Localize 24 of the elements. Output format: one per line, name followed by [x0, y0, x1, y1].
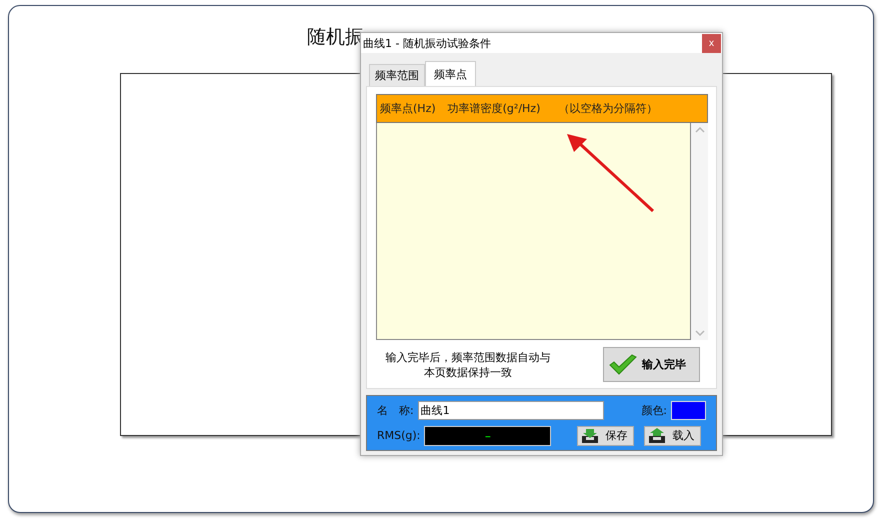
- data-input-area[interactable]: [376, 123, 691, 340]
- save-icon: [581, 428, 600, 444]
- load-icon: [648, 428, 666, 444]
- scroll-down-icon[interactable]: [694, 330, 704, 336]
- note-text: 输入完毕后，频率范围数据自动与本页数据保持一致: [384, 350, 552, 380]
- checkmark-icon: [608, 354, 638, 376]
- color-label: 颜色:: [641, 403, 667, 418]
- load-button[interactable]: 载入: [644, 426, 702, 446]
- header-label: 频率点(Hz): [380, 101, 436, 116]
- done-button[interactable]: 输入完毕: [603, 347, 700, 382]
- name-label: 名 称:: [377, 403, 414, 418]
- rms-label: RMS(g):: [377, 429, 420, 442]
- rms-display: –: [424, 426, 552, 446]
- header-label: （以空格为分隔符）: [558, 101, 658, 116]
- save-button[interactable]: 保存: [577, 426, 634, 446]
- tab[interactable]: 频率范围: [369, 64, 425, 86]
- dialog-title: 曲线1 - 随机振动试验条件: [363, 36, 491, 50]
- color-swatch[interactable]: [671, 401, 706, 420]
- name-field[interactable]: 曲线1: [418, 401, 604, 420]
- tab[interactable]: 频率点: [425, 61, 476, 86]
- scroll-up-icon[interactable]: [694, 127, 704, 133]
- scrollbar[interactable]: [691, 123, 708, 340]
- header-label: 功率谱密度(g²/Hz): [448, 101, 540, 116]
- close-button[interactable]: x: [702, 34, 721, 52]
